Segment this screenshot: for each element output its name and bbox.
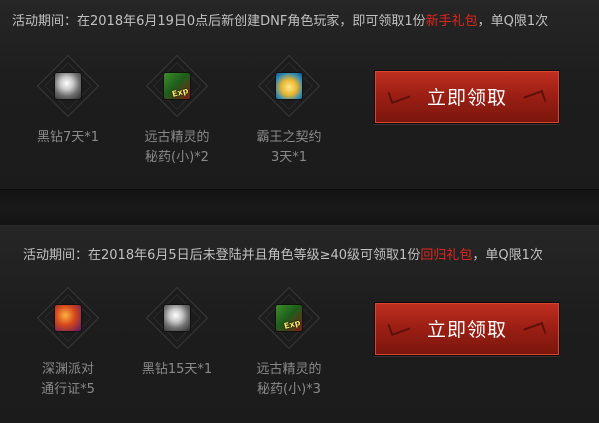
black-diamond-icon	[163, 304, 191, 332]
item-frame	[257, 54, 321, 118]
black-diamond-icon	[54, 72, 82, 100]
headline-text: 活动期间：在2018年6月19日0点后新创建DNF角色玩家，即可领取1份	[12, 14, 426, 29]
item-label: 远古精灵的 秘药(小)*3	[256, 362, 322, 397]
return-gift-highlight: 回归礼包	[420, 248, 473, 263]
headline-limit-text: ，单Q限1次	[477, 14, 549, 29]
reward-item-ancient-potion-3: Exp 远古精灵的 秘药(小)*3	[234, 286, 344, 400]
item-frame: Exp	[257, 286, 321, 350]
newbie-gift-headline: 活动期间：在2018年6月19日0点后新创建DNF角色玩家，即可领取1份新手礼包…	[12, 10, 548, 29]
headline-text: 活动期间：在2018年6月5日后未登陆并且角色等级≥40级可领取1份	[23, 248, 421, 263]
reward-item-black-diamond-15d: 黑钻15天*1	[122, 286, 232, 380]
item-frame	[145, 286, 209, 350]
ancient-potion-icon: Exp	[275, 304, 303, 332]
reward-item-ancient-potion-2: Exp 远古精灵的 秘药(小)*2	[122, 54, 232, 168]
item-frame	[36, 54, 100, 118]
return-gift-panel: 活动期间：在2018年6月5日后未登陆并且角色等级≥40级可领取1份回归礼包，单…	[0, 226, 599, 423]
reward-item-abyss-pass: 深渊派对 通行证*5	[13, 286, 123, 400]
item-label: 黑钻7天*1	[36, 130, 100, 145]
item-label: 深渊派对 通行证*5	[41, 362, 95, 397]
newbie-gift-panel: 活动期间：在2018年6月19日0点后新创建DNF角色玩家，即可领取1份新手礼包…	[0, 0, 599, 189]
ancient-potion-icon: Exp	[163, 72, 191, 100]
claim-return-gift-button[interactable]: 立即领取	[374, 302, 560, 356]
item-label: 黑钻15天*1	[141, 362, 213, 377]
item-label: 远古精灵的 秘药(小)*2	[144, 130, 210, 165]
reward-item-overlord-pact: 霸王之契约 3天*1	[234, 54, 344, 168]
reward-item-black-diamond-7d: 黑钻7天*1	[13, 54, 123, 148]
overlord-pact-icon	[275, 72, 303, 100]
return-gift-headline: 活动期间：在2018年6月5日后未登陆并且角色等级≥40级可领取1份回归礼包，单…	[23, 244, 543, 263]
newbie-gift-highlight: 新手礼包	[425, 14, 478, 29]
item-frame	[36, 286, 100, 350]
claim-newbie-gift-button[interactable]: 立即领取	[374, 70, 560, 124]
section-divider	[0, 189, 599, 226]
headline-limit-text: ，单Q限1次	[472, 248, 543, 263]
item-label: 霸王之契约 3天*1	[256, 130, 322, 165]
item-frame: Exp	[145, 54, 209, 118]
abyss-pass-icon	[54, 304, 82, 332]
